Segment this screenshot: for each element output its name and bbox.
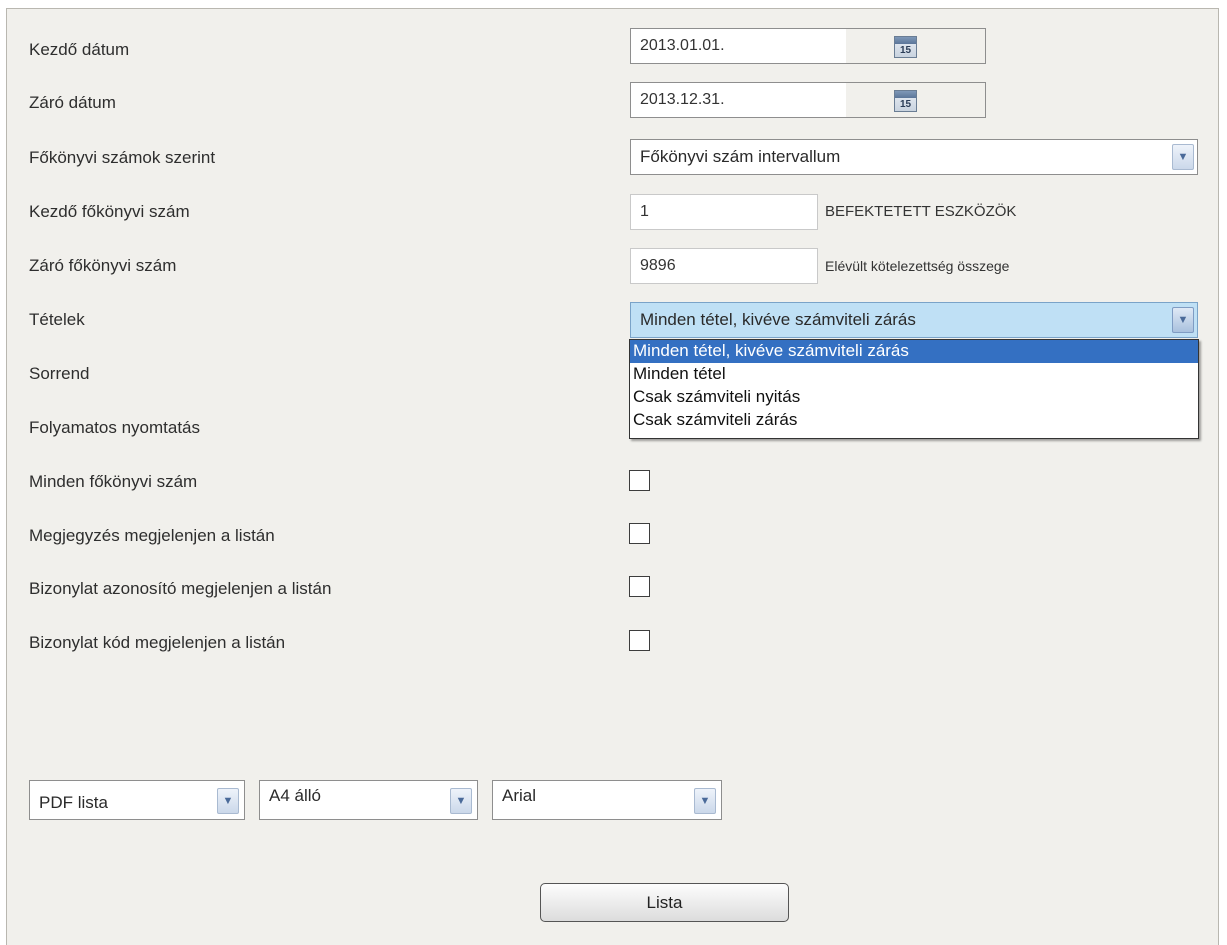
start-account-label: Kezdő főkönyvi szám	[29, 202, 190, 221]
chevron-down-icon[interactable]: ▼	[217, 788, 239, 814]
list-button[interactable]: Lista	[540, 883, 789, 922]
font-value: Arial	[502, 786, 537, 805]
start-account-description: BEFEKTETETT ESZKÖZÖK	[825, 203, 1017, 220]
items-select[interactable]: Minden tétel, kivéve számviteli zárás ▼	[630, 302, 1198, 338]
all-accounts-checkbox[interactable]	[629, 470, 650, 491]
paper-size-select[interactable]: A4 álló ▼	[259, 780, 478, 820]
dropdown-option[interactable]: Csak számviteli zárás	[630, 409, 1198, 432]
start-date-input[interactable]: 2013.01.01.	[631, 29, 846, 63]
start-date-label: Kezdő dátum	[29, 40, 130, 59]
note-on-list-label: Megjegyzés megjelenjen a listán	[29, 526, 275, 545]
start-date-field[interactable]: 2013.01.01. 15	[630, 28, 986, 64]
items-value: Minden tétel, kivéve számviteli zárás	[640, 310, 916, 329]
all-accounts-label: Minden főkönyvi szám	[29, 472, 198, 491]
chevron-down-icon[interactable]: ▼	[1172, 144, 1194, 170]
end-account-description: Elévült kötelezettség összege	[825, 258, 1010, 274]
end-date-label: Záró dátum	[29, 93, 116, 112]
items-dropdown-list: Minden tétel, kivéve számviteli zárás Mi…	[629, 339, 1199, 439]
font-select[interactable]: Arial ▼	[492, 780, 722, 820]
chevron-down-icon[interactable]: ▼	[694, 788, 716, 814]
calendar-icon[interactable]: 15	[894, 36, 917, 58]
start-account-input[interactable]: 1	[630, 194, 818, 230]
paper-size-value: A4 álló	[269, 786, 321, 805]
calendar-icon[interactable]: 15	[894, 90, 917, 112]
doc-id-on-list-checkbox[interactable]	[629, 576, 650, 597]
note-on-list-checkbox[interactable]	[629, 523, 650, 544]
by-ledger-value: Főkönyvi szám intervallum	[640, 147, 841, 166]
order-label: Sorrend	[29, 364, 90, 383]
dropdown-option[interactable]: Minden tétel, kivéve számviteli zárás	[630, 340, 1198, 363]
end-account-input[interactable]: 9896	[630, 248, 818, 284]
dropdown-option[interactable]: Csak számviteli nyitás	[630, 386, 1198, 409]
dropdown-option[interactable]: Minden tétel	[630, 363, 1198, 386]
output-format-value: PDF lista	[39, 793, 108, 812]
end-account-label: Záró főkönyvi szám	[29, 256, 177, 275]
by-ledger-label: Főkönyvi számok szerint	[29, 148, 216, 167]
chevron-down-icon[interactable]: ▼	[450, 788, 472, 814]
continuous-print-label: Folyamatos nyomtatás	[29, 418, 201, 437]
doc-code-on-list-checkbox[interactable]	[629, 630, 650, 651]
end-date-field[interactable]: 2013.12.31. 15	[630, 82, 986, 118]
by-ledger-select[interactable]: Főkönyvi szám intervallum ▼	[630, 139, 1198, 175]
chevron-down-icon[interactable]: ▼	[1172, 307, 1194, 333]
output-format-select[interactable]: PDF lista ▼	[29, 780, 245, 820]
doc-id-on-list-label: Bizonylat azonosító megjelenjen a listán	[29, 579, 332, 598]
end-date-input[interactable]: 2013.12.31.	[631, 83, 846, 117]
doc-code-on-list-label: Bizonylat kód megjelenjen a listán	[29, 633, 286, 652]
items-label: Tételek	[29, 310, 85, 329]
